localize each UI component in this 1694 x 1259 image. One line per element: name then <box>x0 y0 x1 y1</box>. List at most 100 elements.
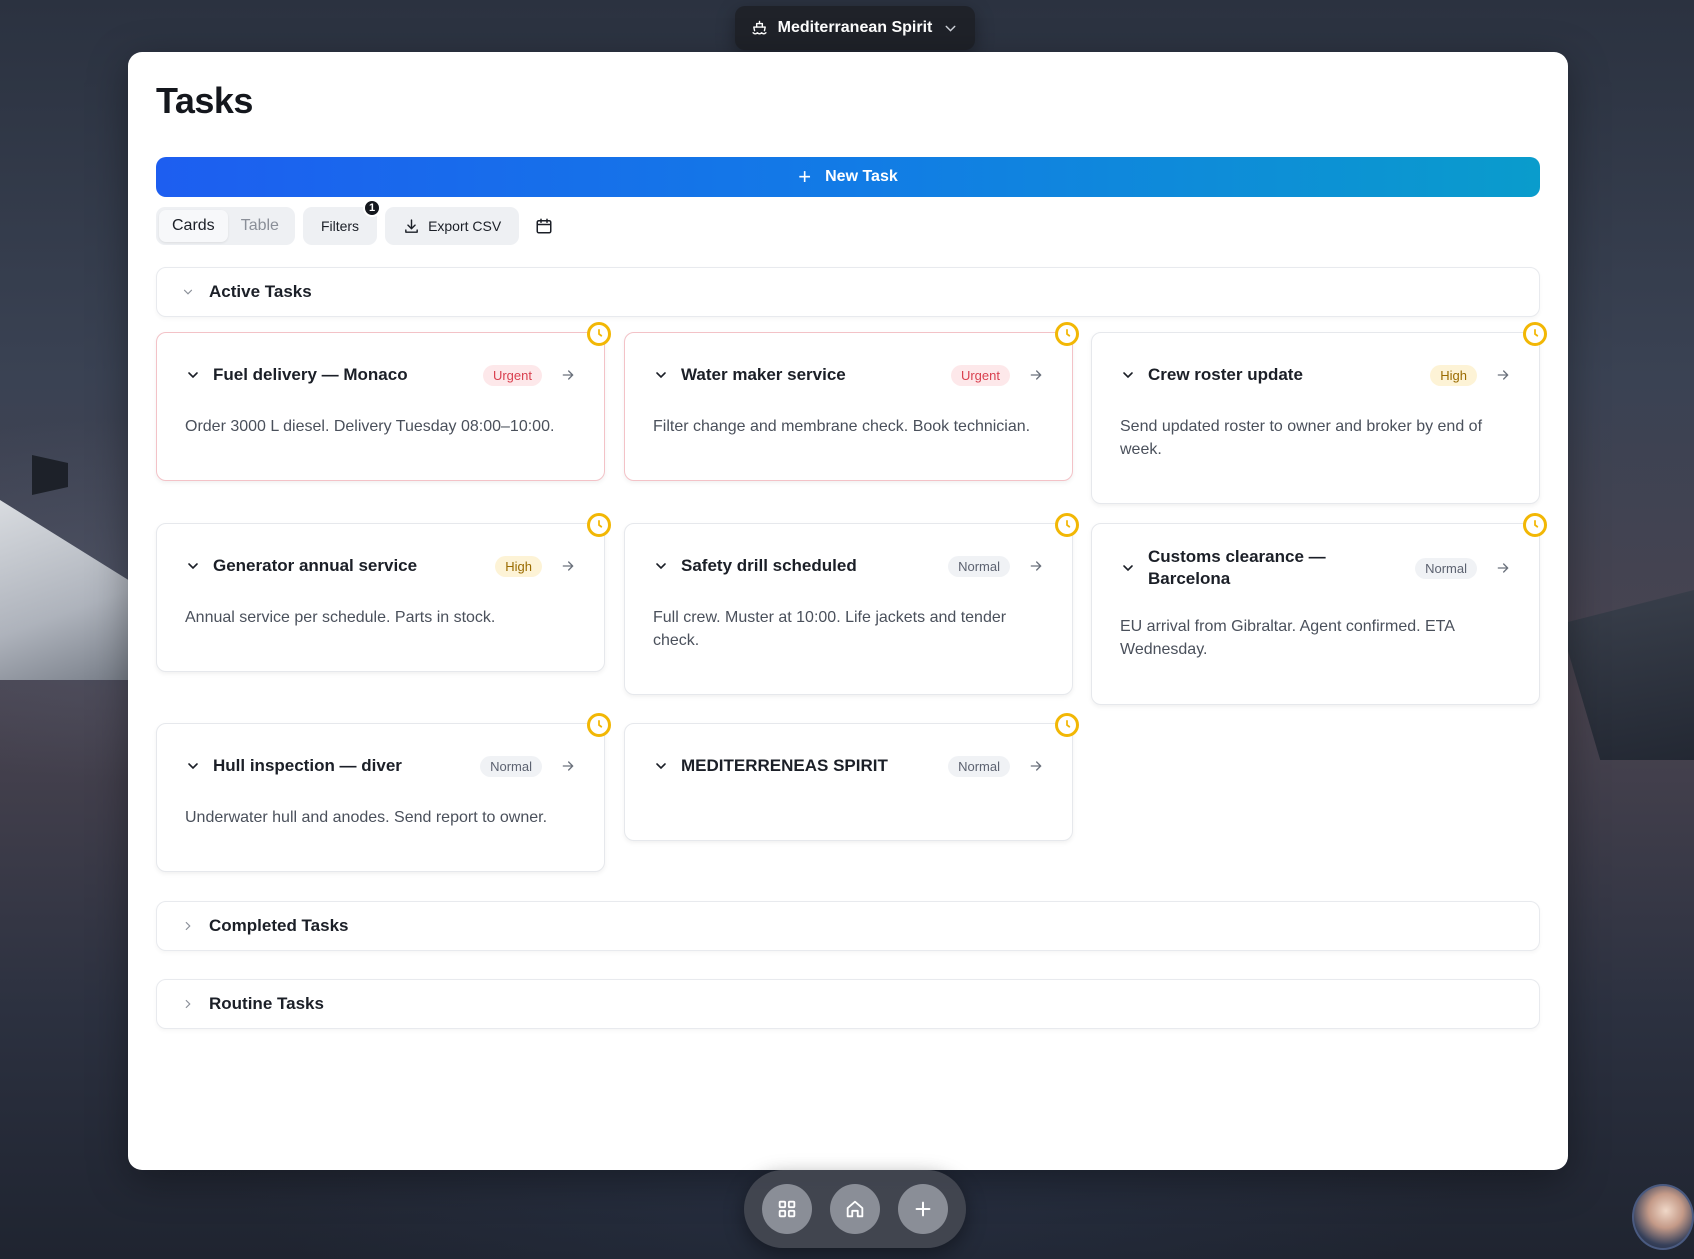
clock-icon <box>587 322 611 346</box>
task-card-header: Crew roster update High <box>1120 363 1511 387</box>
chevron-down-icon <box>183 289 193 295</box>
chevron-down-icon[interactable] <box>653 558 669 574</box>
task-card[interactable]: Hull inspection — diver Normal Underwate… <box>156 723 605 872</box>
home-icon <box>846 1200 864 1218</box>
task-card-header: Water maker service Urgent <box>653 363 1044 387</box>
priority-badge: Urgent <box>950 364 1010 386</box>
task-description: EU arrival from Gibraltar. Agent confirm… <box>1120 618 1455 658</box>
export-csv-button[interactable]: Export CSV <box>385 207 520 245</box>
ship-icon <box>752 20 767 35</box>
chevron-down-icon[interactable] <box>185 758 201 774</box>
new-task-label: New Task <box>825 168 898 185</box>
task-card-header: MEDITERRENEAS SPIRIT Normal <box>653 754 1044 778</box>
task-card-header: Fuel delivery — Monaco Urgent <box>185 363 576 387</box>
tasks-panel: Tasks + New Task Cards Table Filters 1 E… <box>128 52 1568 1170</box>
priority-badge: Normal <box>480 755 542 777</box>
task-title: Crew roster update <box>1148 365 1303 384</box>
task-card[interactable]: Fuel delivery — Monaco Urgent Order 3000… <box>156 332 605 481</box>
calendar-icon <box>536 218 552 234</box>
chevron-down-icon[interactable] <box>1120 367 1136 383</box>
task-title: Customs clearance — Barcelona <box>1148 547 1326 588</box>
chevron-down-icon <box>945 25 956 32</box>
filters-button[interactable]: Filters 1 <box>302 199 382 245</box>
section-title: Routine Tasks <box>209 994 324 1013</box>
arrow-right-icon[interactable] <box>1495 367 1511 383</box>
task-card[interactable]: Crew roster update High Send updated ros… <box>1091 332 1540 504</box>
clock-icon <box>587 713 611 737</box>
priority-badge: High <box>495 555 542 577</box>
clock-icon <box>587 513 611 537</box>
view-toggle: Cards Table <box>156 207 295 245</box>
bottom-dock <box>744 1170 966 1248</box>
task-card[interactable]: Generator annual service High Annual ser… <box>156 523 605 672</box>
task-card-header: Customs clearance — Barcelona Normal <box>1120 546 1511 590</box>
arrow-right-icon[interactable] <box>560 367 576 383</box>
clock-icon <box>1523 513 1547 537</box>
task-description: Full crew. Muster at 10:00. Life jackets… <box>653 609 1007 649</box>
download-icon <box>405 218 418 233</box>
plus-icon: + <box>798 164 812 189</box>
apps-button[interactable] <box>762 1184 812 1234</box>
chevron-down-icon[interactable] <box>653 758 669 774</box>
task-title: Water maker service <box>681 365 846 384</box>
home-button[interactable] <box>830 1184 880 1234</box>
export-label: Export CSV <box>428 218 502 234</box>
arrow-right-icon[interactable] <box>1028 758 1044 774</box>
task-description: Order 3000 L diesel. Delivery Tuesday 08… <box>185 418 555 435</box>
toolbar: Cards Table Filters 1 Export CSV <box>156 199 561 245</box>
priority-badge: High <box>1430 364 1477 386</box>
chevron-down-icon[interactable] <box>1120 560 1136 576</box>
chevron-down-icon[interactable] <box>653 367 669 383</box>
task-description: Underwater hull and anodes. Send report … <box>185 809 548 826</box>
section-title: Completed Tasks <box>209 916 349 935</box>
grid-icon <box>778 1200 796 1218</box>
arrow-right-icon[interactable] <box>1028 367 1044 383</box>
priority-badge: Urgent <box>482 364 542 386</box>
view-table-tab[interactable]: Table <box>228 210 292 242</box>
task-card[interactable]: Water maker service Urgent Filter change… <box>624 332 1073 481</box>
section-completed-tasks[interactable]: Completed Tasks <box>156 901 1540 951</box>
task-description: Filter change and membrane check. Book t… <box>653 418 1031 435</box>
task-title: Safety drill scheduled <box>681 556 857 575</box>
calendar-button[interactable] <box>527 207 561 245</box>
filters-label: Filters <box>320 218 360 234</box>
task-card[interactable]: Safety drill scheduled Normal Full crew.… <box>624 523 1073 695</box>
user-avatar[interactable] <box>1632 1184 1694 1250</box>
clock-icon <box>1055 713 1079 737</box>
section-active-tasks[interactable]: Active Tasks <box>156 267 1540 317</box>
arrow-right-icon[interactable] <box>560 558 576 574</box>
add-button[interactable] <box>898 1184 948 1234</box>
arrow-right-icon[interactable] <box>1028 558 1044 574</box>
view-cards-tab[interactable]: Cards <box>159 210 228 242</box>
section-routine-tasks[interactable]: Routine Tasks <box>156 979 1540 1029</box>
task-title: MEDITERRENEAS SPIRIT <box>681 756 888 775</box>
task-title: Hull inspection — diver <box>213 756 402 775</box>
task-card-header: Safety drill scheduled Normal <box>653 554 1044 578</box>
chevron-down-icon[interactable] <box>185 367 201 383</box>
filters-count-badge: 1 <box>363 199 382 217</box>
arrow-right-icon[interactable] <box>1495 560 1511 576</box>
task-card[interactable]: Customs clearance — Barcelona Normal EU … <box>1091 523 1540 705</box>
chevron-down-icon[interactable] <box>185 558 201 574</box>
clock-icon <box>1523 322 1547 346</box>
task-card[interactable]: MEDITERRENEAS SPIRIT Normal <box>624 723 1073 841</box>
page-title: Tasks <box>156 80 253 121</box>
task-title: Generator annual service <box>213 556 418 575</box>
clock-icon <box>1055 513 1079 537</box>
plus-icon <box>915 1201 931 1217</box>
chevron-right-icon <box>185 999 191 1009</box>
chevron-right-icon <box>185 921 191 931</box>
vessel-name: Mediterranean Spirit <box>777 19 933 36</box>
task-card-header: Hull inspection — diver Normal <box>185 754 576 778</box>
task-description: Annual service per schedule. Parts in st… <box>185 609 496 626</box>
task-card-header: Generator annual service High <box>185 554 576 578</box>
new-task-button[interactable]: + New Task <box>156 157 1540 197</box>
vessel-selector[interactable]: Mediterranean Spirit <box>735 6 975 50</box>
task-title: Fuel delivery — Monaco <box>213 365 408 384</box>
arrow-right-icon[interactable] <box>560 758 576 774</box>
section-title: Active Tasks <box>209 282 312 301</box>
priority-badge: Normal <box>948 755 1010 777</box>
task-description: Send updated roster to owner and broker … <box>1120 418 1483 458</box>
priority-badge: Normal <box>948 555 1010 577</box>
clock-icon <box>1055 322 1079 346</box>
